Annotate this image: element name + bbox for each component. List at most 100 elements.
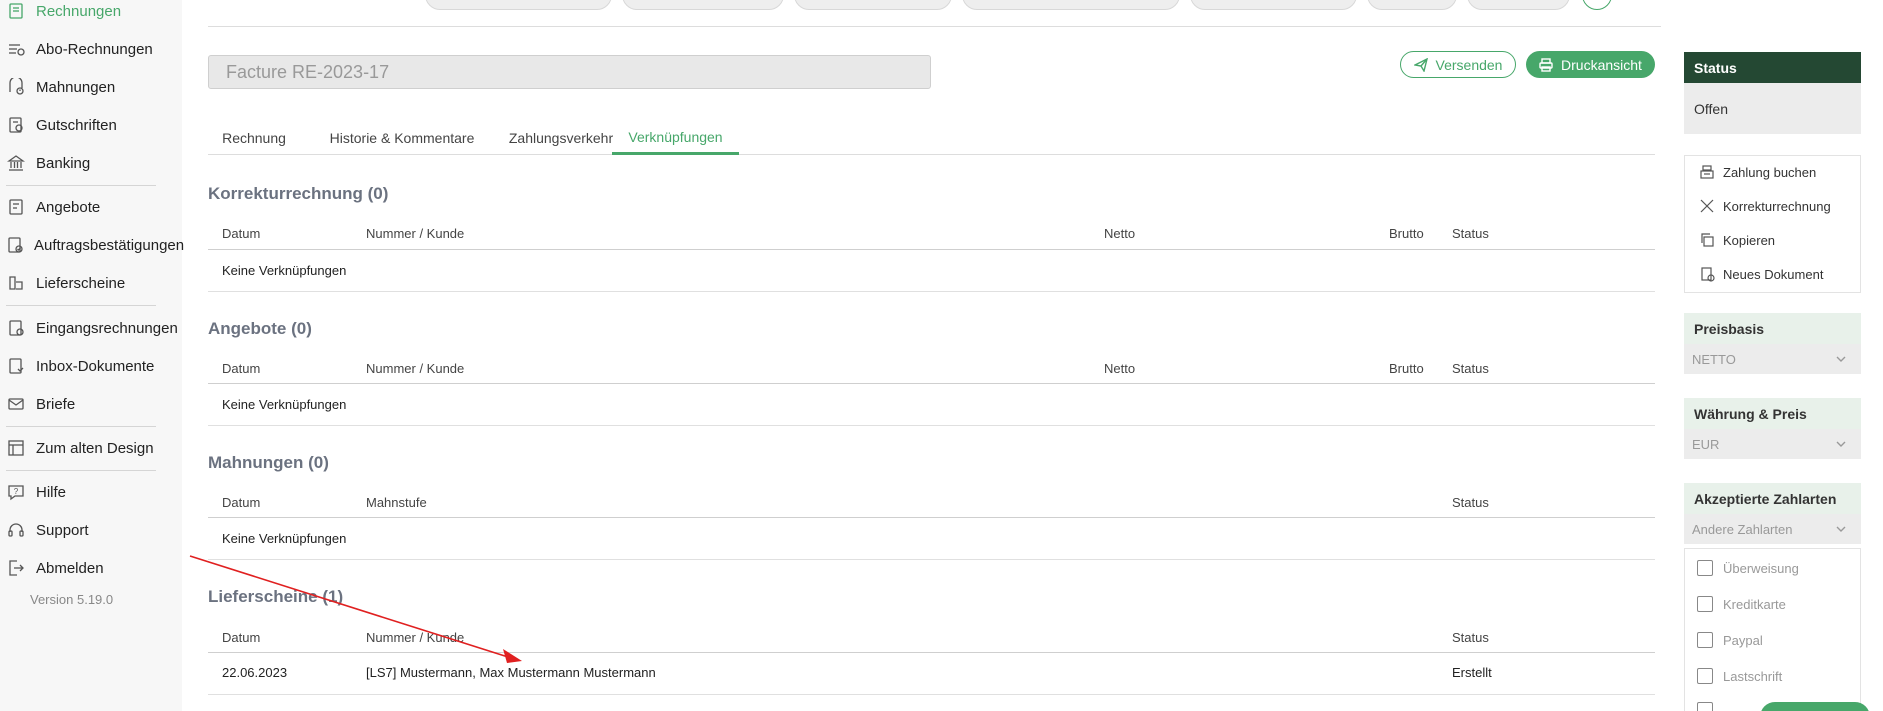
sidebar-item-support[interactable]: Support (0, 515, 182, 545)
print-view-button[interactable]: Druckansicht (1526, 51, 1655, 78)
tab-historie-kommentare[interactable]: Historie & Kommentare (310, 121, 494, 155)
sidebar-item-angebote[interactable]: Angebote (0, 192, 182, 222)
sidebar-item-label: Hilfe (36, 483, 67, 501)
sidebar: Rechnungen Abo-Rechnungen Mahnungen Guts… (0, 0, 185, 711)
sidebar-item-zum-alten-design[interactable]: Zum alten Design (0, 433, 182, 463)
sidebar-item-label: Banking (36, 154, 91, 172)
new-document-button[interactable]: Neues Dokument (1699, 263, 1823, 285)
column-header-nummer-kunde: Nummer / Kunde (366, 226, 465, 241)
help-icon: ? (6, 483, 26, 501)
tab-verknuepfungen[interactable]: Verknüpfungen (612, 121, 739, 155)
offer-icon (6, 198, 26, 216)
payment-option-kreditkarte[interactable]: Kreditkarte (1697, 594, 1786, 614)
checkbox[interactable] (1697, 632, 1713, 648)
payment-methods-select[interactable]: Andere Zahlarten (1684, 514, 1861, 544)
logout-icon (6, 559, 26, 577)
sidebar-item-banking[interactable]: Banking (0, 148, 182, 178)
table-header-divider (208, 652, 1655, 653)
action-label: Neues Dokument (1723, 266, 1824, 282)
print-view-button-label: Druckansicht (1561, 56, 1642, 73)
column-header-datum: Datum (222, 226, 261, 241)
sidebar-item-label: Angebote (36, 198, 101, 216)
correction-invoice-button[interactable]: Korrekturrechnung (1699, 195, 1831, 217)
sidebar-item-lieferscheine[interactable]: Lieferscheine (0, 268, 182, 298)
reminder-icon (6, 78, 26, 96)
svg-text:?: ? (14, 487, 19, 496)
top-tab-pill[interactable] (425, 0, 612, 10)
book-payment-button[interactable]: Zahlung buchen (1699, 161, 1816, 183)
price-basis-select[interactable]: NETTO (1684, 344, 1861, 374)
empty-state-text: Keine Verknüpfungen (222, 397, 347, 412)
sidebar-divider (6, 426, 156, 427)
top-tab-pill[interactable] (1467, 0, 1570, 10)
top-tab-pill[interactable] (622, 0, 784, 10)
sidebar-item-label: Abmelden (36, 559, 104, 577)
floating-action-button[interactable] (1760, 702, 1870, 711)
payment-option-more[interactable] (1697, 700, 1723, 711)
top-tab-pill[interactable] (794, 0, 952, 10)
sidebar-item-label: Inbox-Dokumente (36, 357, 155, 375)
column-header-mahnstufe: Mahnstufe (366, 495, 427, 510)
column-header-status: Status (1452, 361, 1489, 376)
row-delivery-note-link[interactable]: [LS7] Mustermann, Max Mustermann Musterm… (366, 665, 656, 680)
checkbox[interactable] (1697, 596, 1713, 612)
credit-note-icon (6, 116, 26, 134)
action-label: Zahlung buchen (1723, 164, 1817, 180)
payment-option-label: Lastschrift (1723, 668, 1783, 684)
currency-select[interactable]: EUR (1684, 429, 1861, 459)
document-title-field[interactable]: Facture RE-2023-17 (208, 55, 931, 89)
sidebar-item-abo-rechnungen[interactable]: Abo-Rechnungen (0, 34, 182, 64)
tab-rechnung[interactable]: Rechnung (208, 121, 300, 155)
bank-icon (6, 154, 26, 172)
chevron-down-icon (1835, 353, 1847, 365)
add-icon[interactable] (1582, 0, 1612, 10)
checkbox[interactable] (1697, 668, 1713, 684)
column-header-brutto: Brutto (1389, 226, 1424, 241)
column-header-datum: Datum (222, 630, 261, 645)
top-tab-pill[interactable] (1367, 0, 1457, 10)
sidebar-item-hilfe[interactable]: ? Hilfe (0, 477, 182, 507)
checkbox[interactable] (1697, 560, 1713, 576)
top-tab-pill[interactable] (962, 0, 1180, 10)
column-header-netto: Netto (1104, 361, 1136, 376)
sidebar-divider (6, 305, 156, 306)
sidebar-item-label: Abo-Rechnungen (36, 40, 153, 58)
payment-methods-header: Akzeptierte Zahlarten (1684, 483, 1861, 514)
app-version: Version 5.19.0 (30, 592, 114, 607)
table-row-divider (208, 559, 1655, 560)
top-tab-pill[interactable] (1190, 0, 1357, 10)
send-button[interactable]: Versenden (1400, 51, 1516, 78)
column-header-datum: Datum (222, 495, 261, 510)
payment-option-paypal[interactable]: Paypal (1697, 630, 1763, 650)
sidebar-item-eingangsrechnungen[interactable]: Eingangsrechnungen (0, 313, 182, 343)
tab-zahlungsverkehr[interactable]: Zahlungsverkehr (494, 121, 628, 155)
sidebar-divider (6, 185, 156, 186)
sidebar-item-abmelden[interactable]: Abmelden (0, 553, 182, 583)
send-button-label: Versenden (1435, 56, 1503, 73)
incoming-invoice-icon (6, 319, 26, 337)
section-title-lieferscheine: Lieferscheine (1) (208, 587, 344, 606)
payment-option-ueberweisung[interactable]: Überweisung (1697, 558, 1799, 578)
payment-option-label: Kreditkarte (1723, 596, 1786, 612)
sidebar-item-mahnungen[interactable]: Mahnungen (0, 72, 182, 102)
sidebar-item-gutschriften[interactable]: Gutschriften (0, 110, 182, 140)
sidebar-divider (6, 470, 156, 471)
currency-value: EUR (1692, 436, 1720, 452)
headset-icon (6, 521, 26, 539)
layout-icon (6, 439, 26, 457)
cash-register-icon (1699, 164, 1715, 180)
sidebar-item-label: Eingangsrechnungen (36, 319, 178, 337)
sidebar-item-rechnungen[interactable]: Rechnungen (0, 0, 182, 26)
empty-state-text: Keine Verknüpfungen (222, 263, 347, 278)
sidebar-item-briefe[interactable]: Briefe (0, 389, 182, 419)
header-divider (208, 26, 1661, 27)
checkbox[interactable] (1697, 702, 1713, 711)
sidebar-item-inbox-dokumente[interactable]: Inbox-Dokumente (0, 351, 182, 381)
currency-price-header: Währung & Preis (1684, 398, 1861, 429)
sidebar-item-label: Auftragsbestätigungen (34, 236, 185, 254)
sidebar-item-auftragsbestaetigungen[interactable]: Auftragsbestätigungen (0, 230, 185, 260)
inbox-icon (6, 357, 26, 375)
table-row-divider (208, 425, 1655, 426)
copy-button[interactable]: Kopieren (1699, 229, 1775, 251)
payment-option-lastschrift[interactable]: Lastschrift (1697, 666, 1782, 686)
